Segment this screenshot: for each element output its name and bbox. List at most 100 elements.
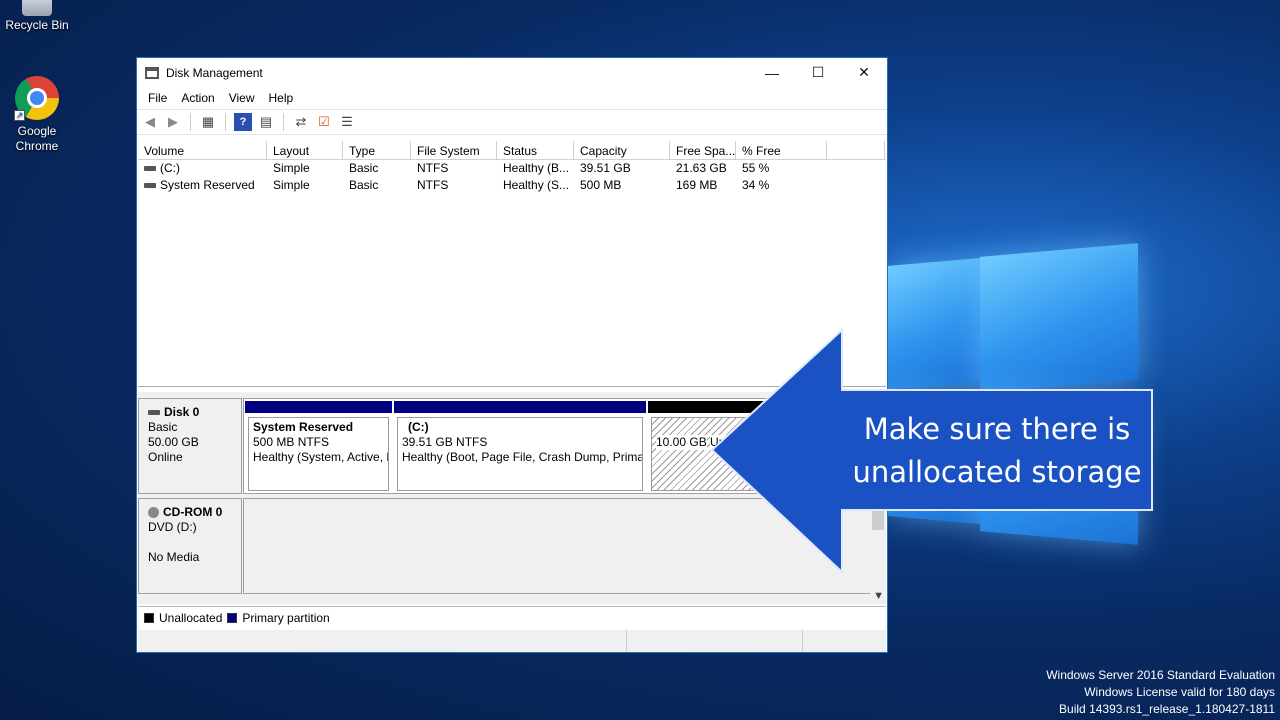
watermark-line: Build 14393.rs1_release_1.180427-1811 — [1059, 702, 1275, 716]
window-title: Disk Management — [166, 65, 263, 80]
column-layout[interactable]: Layout — [267, 141, 343, 159]
menu-file[interactable]: File — [141, 91, 174, 105]
column-capacity[interactable]: Capacity — [574, 141, 670, 159]
windows-watermark: Windows Server 2016 Standard Evaluation … — [1046, 667, 1275, 718]
volume-name: (C:) — [160, 161, 180, 175]
partition-size: 10.00 GB — [656, 435, 707, 450]
disk0-label[interactable]: Disk 0 Basic 50.00 GB Online — [138, 398, 242, 494]
cell-free-space: 21.63 GB — [676, 161, 727, 175]
partition-name: (C:) — [408, 420, 429, 434]
cell-file-system: NTFS — [417, 178, 449, 192]
toolbar-separator — [190, 113, 191, 131]
callout-text: Make sure there is unallocated storage — [848, 408, 1146, 494]
status-bar — [138, 630, 886, 652]
cell-free-space: 169 MB — [676, 178, 718, 192]
partition-system-reserved[interactable]: System Reserved 500 MB NTFS Healthy (Sys… — [245, 401, 392, 491]
partition-size: 39.51 GB NTFS — [402, 435, 488, 449]
column-file-system[interactable]: File System — [411, 141, 497, 159]
drive-icon — [144, 183, 156, 189]
forward-icon[interactable]: ▶ — [164, 113, 182, 131]
legend-item-primary: Primary partition — [227, 610, 330, 625]
desktop-icon-label: Google Chrome — [15, 124, 59, 153]
cell-status: Healthy (S... — [503, 178, 570, 192]
cell-layout: Simple — [273, 161, 310, 175]
cell-file-system: NTFS — [417, 161, 449, 175]
watermark-line: Windows Server 2016 Standard Evaluation — [1046, 668, 1275, 682]
unallocated-swatch — [144, 612, 154, 623]
maximize-button[interactable]: ☐ — [795, 58, 841, 87]
legend: Unallocated Primary partition — [138, 606, 886, 628]
cell-capacity: 500 MB — [580, 178, 622, 192]
recycle-bin-icon — [22, 0, 52, 16]
cell-status: Healthy (B... — [503, 161, 570, 175]
minimize-button[interactable]: — — [749, 58, 795, 87]
check-icon[interactable]: ☑ — [315, 113, 333, 131]
toolbar: ◀ ▶ ▦ ? ▤ ⇄ ☑ ☰ — [137, 109, 887, 135]
partition-name: System Reserved — [253, 420, 354, 434]
cell-volume: (C:) — [138, 160, 267, 177]
cell-type: Basic — [349, 161, 379, 175]
disk-size: 50.00 GB — [148, 435, 199, 449]
disk-type: Basic — [148, 420, 178, 434]
toolbar-separator — [283, 113, 284, 131]
disk-icon — [148, 410, 160, 416]
cell-capacity: 39.51 GB — [580, 161, 631, 175]
properties-icon[interactable]: ▦ — [199, 113, 217, 131]
volume-list-header: Volume Layout Type File System Status Ca… — [138, 141, 886, 160]
list-icon[interactable]: ☰ — [338, 113, 356, 131]
partition-size: 500 MB NTFS — [253, 435, 330, 449]
disk-name: Disk 0 — [164, 405, 200, 419]
drive-icon — [144, 166, 156, 172]
column-extra[interactable] — [827, 141, 885, 159]
desktop-icon-recycle-bin[interactable]: Recycle Bin — [0, 0, 74, 33]
menu-view[interactable]: View — [222, 91, 262, 105]
disk-state: Online — [148, 450, 183, 464]
volume-name: System Reserved — [160, 178, 255, 192]
back-icon[interactable]: ◀ — [141, 113, 159, 131]
cd-icon — [148, 507, 159, 519]
column-free-space[interactable]: Free Spa... — [670, 141, 736, 159]
legend-label: Unallocated — [159, 610, 223, 625]
disk-state: No Media — [148, 550, 200, 564]
menu-help[interactable]: Help — [262, 91, 301, 105]
desktop-icon-label: Recycle Bin — [5, 18, 69, 32]
help-icon[interactable]: ? — [234, 113, 252, 131]
menu-action[interactable]: Action — [174, 91, 221, 105]
partition-c[interactable]: (C:) 39.51 GB NTFS Healthy (Boot, Page F… — [394, 401, 646, 491]
legend-item-unallocated: Unallocated — [144, 611, 222, 625]
disk-management-icon — [145, 66, 159, 79]
partition-bar — [245, 401, 392, 413]
title-bar[interactable]: Disk Management — ☐ ✕ — [137, 58, 887, 87]
status-pane — [138, 630, 626, 652]
close-button[interactable]: ✕ — [841, 58, 887, 87]
console-icon[interactable]: ▤ — [257, 113, 275, 131]
primary-swatch — [227, 612, 238, 623]
status-pane — [802, 630, 886, 652]
column-volume[interactable]: Volume — [138, 141, 267, 159]
menu-bar: File Action View Help — [137, 87, 887, 109]
watermark-line: Windows License valid for 180 days — [1084, 685, 1275, 699]
legend-label: Primary partition — [242, 610, 330, 625]
partition-bar — [394, 401, 646, 413]
callout-line: Make sure there is — [863, 412, 1131, 446]
table-row[interactable]: System Reserved Simple Basic NTFS Health… — [138, 177, 886, 194]
partition-details: System Reserved 500 MB NTFS Healthy (Sys… — [248, 417, 389, 491]
partition-status: Healthy (System, Active, P — [253, 450, 389, 464]
table-row[interactable]: (C:) Simple Basic NTFS Healthy (B... 39.… — [138, 160, 886, 177]
cdrom0-label[interactable]: CD-ROM 0 DVD (D:) No Media — [138, 498, 242, 594]
status-pane — [626, 630, 802, 652]
desktop-icon-google-chrome[interactable]: ↗ Google Chrome — [0, 76, 74, 154]
column-type[interactable]: Type — [343, 141, 411, 159]
refresh-icon[interactable]: ⇄ — [292, 113, 310, 131]
column-status[interactable]: Status — [497, 141, 574, 159]
toolbar-separator — [225, 113, 226, 131]
cell-volume: System Reserved — [138, 177, 267, 194]
cell-layout: Simple — [273, 178, 310, 192]
scroll-down-icon[interactable]: ▼ — [873, 590, 884, 602]
cell-percent-free: 34 % — [742, 178, 770, 192]
disk-name: CD-ROM 0 — [163, 505, 223, 519]
partition-details: (C:) 39.51 GB NTFS Healthy (Boot, Page F… — [397, 417, 643, 491]
column-percent-free[interactable]: % Free — [736, 141, 827, 159]
disk-type: DVD (D:) — [148, 520, 197, 534]
partition-status: Healthy (Boot, Page File, Crash Dump, Pr… — [402, 450, 643, 464]
